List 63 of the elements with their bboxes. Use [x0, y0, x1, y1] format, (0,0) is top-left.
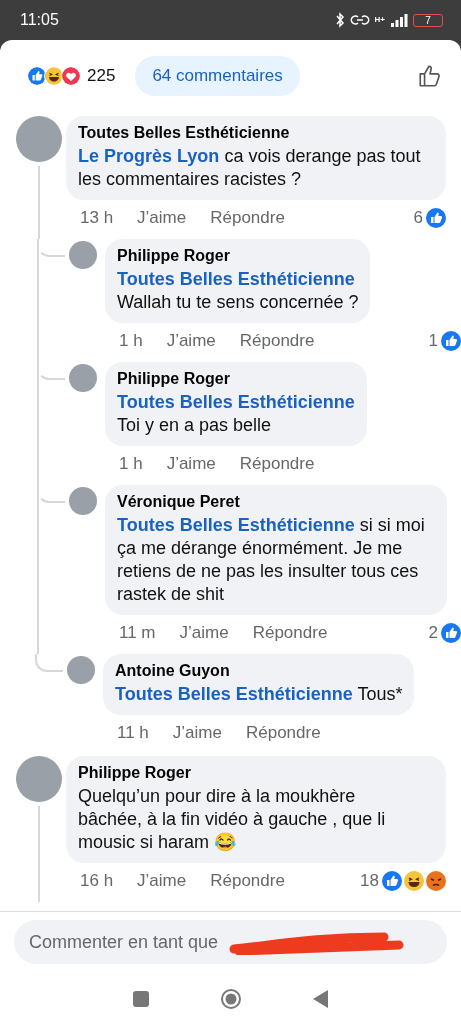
battery-indicator: 7 — [413, 13, 443, 27]
comment-time: 1 h — [119, 331, 143, 351]
comments-button[interactable]: 64 commentaires — [135, 56, 300, 96]
avatar[interactable] — [67, 656, 95, 684]
mention-link[interactable]: Le Progrès Lyon — [78, 146, 220, 166]
comment-text: Toutes Belles Esthéticienne Wallah tu te sens concernée ? — [117, 268, 359, 314]
like-reaction-icon — [426, 208, 446, 228]
comment-author[interactable]: Philippe Roger — [78, 764, 434, 782]
status-time: 11:05 — [20, 11, 60, 29]
comment-author[interactable]: Antoine Guyon — [115, 662, 403, 680]
like-link[interactable]: J’aime — [137, 208, 187, 228]
reaction-count: 2 — [428, 623, 438, 643]
avatar[interactable] — [16, 116, 62, 162]
signal-icon — [390, 12, 408, 28]
reaction-count: 225 — [87, 66, 116, 86]
like-link[interactable]: J’aime — [137, 871, 187, 891]
reaction-count: 6 — [413, 208, 423, 228]
comment-time: 16 h — [80, 871, 114, 891]
laughing-reaction-icon — [44, 66, 64, 86]
comment-time: 13 h — [80, 208, 114, 228]
heart-reaction-icon — [61, 66, 81, 86]
comment-text: Toutes Belles Esthéticienne si si moi ça me dérange énormément. Je me retiens de ne pas les insulter tous ces rastek de shit — [117, 514, 426, 606]
reply-link[interactable]: Répondre — [239, 331, 315, 351]
mention-link[interactable]: Toutes Belles Esthéticienne — [117, 515, 355, 535]
reply-link[interactable]: Répondre — [210, 208, 285, 228]
network-type: H+ — [374, 16, 385, 24]
like-reaction-icon — [27, 66, 47, 86]
comment-author[interactable]: Toutes Belles Esthéticienne — [78, 124, 434, 142]
reply-link[interactable]: Répondre — [239, 454, 315, 474]
link-icon — [349, 12, 370, 28]
home-icon[interactable] — [219, 988, 242, 1010]
like-link[interactable]: J’aime — [172, 723, 222, 743]
avatar[interactable] — [69, 487, 97, 515]
like-link[interactable]: J’aime — [166, 331, 216, 351]
avatar[interactable] — [16, 756, 62, 802]
avatar[interactable] — [69, 241, 97, 269]
mention-link[interactable]: Toutes Belles Esthéticienne — [117, 269, 355, 289]
comment-text: Toutes Belles Esthéticienne Toi y en a pas belle — [117, 391, 355, 437]
comment-author[interactable]: Philippe Roger — [117, 247, 359, 265]
comment-time: 11 m — [119, 623, 156, 643]
like-link[interactable]: J’aime — [179, 623, 229, 643]
like-link[interactable]: J’aime — [166, 454, 216, 474]
bluetooth-icon — [334, 12, 345, 28]
reaction-count: 1 — [428, 331, 438, 351]
reaction-count: 18 — [360, 871, 379, 891]
comment-author[interactable]: Philippe Roger — [117, 370, 355, 388]
comment-text: Le Progrès Lyon ca vois derange pas tout les commentaires racistes ? — [78, 145, 422, 191]
like-reaction-icon — [382, 871, 402, 891]
comment-time: 11 h — [117, 723, 149, 743]
reply-link[interactable]: Répondre — [252, 623, 328, 643]
comment-text: Toutes Belles Esthéticienne Tous* — [115, 683, 403, 706]
laughing-reaction-icon — [404, 871, 424, 891]
avatar[interactable] — [69, 364, 97, 392]
mention-link[interactable]: Toutes Belles Esthéticienne — [115, 684, 353, 704]
thumbs-up-icon[interactable] — [417, 63, 443, 89]
mention-link[interactable]: Toutes Belles Esthéticienne — [117, 392, 355, 412]
thread-connector — [35, 654, 63, 672]
reply-link[interactable]: Répondre — [245, 723, 321, 743]
comment-author[interactable]: Véronique Peret — [117, 493, 435, 511]
comment-time: 1 h — [119, 454, 143, 474]
comment-text: Quelqu’un pour dire à la moukhère bâchée, à la fin vidéo à gauche , que li mousic si haram 😂 — [78, 785, 387, 854]
angry-reaction-icon — [426, 871, 446, 891]
reply-link[interactable]: Répondre — [210, 871, 285, 891]
